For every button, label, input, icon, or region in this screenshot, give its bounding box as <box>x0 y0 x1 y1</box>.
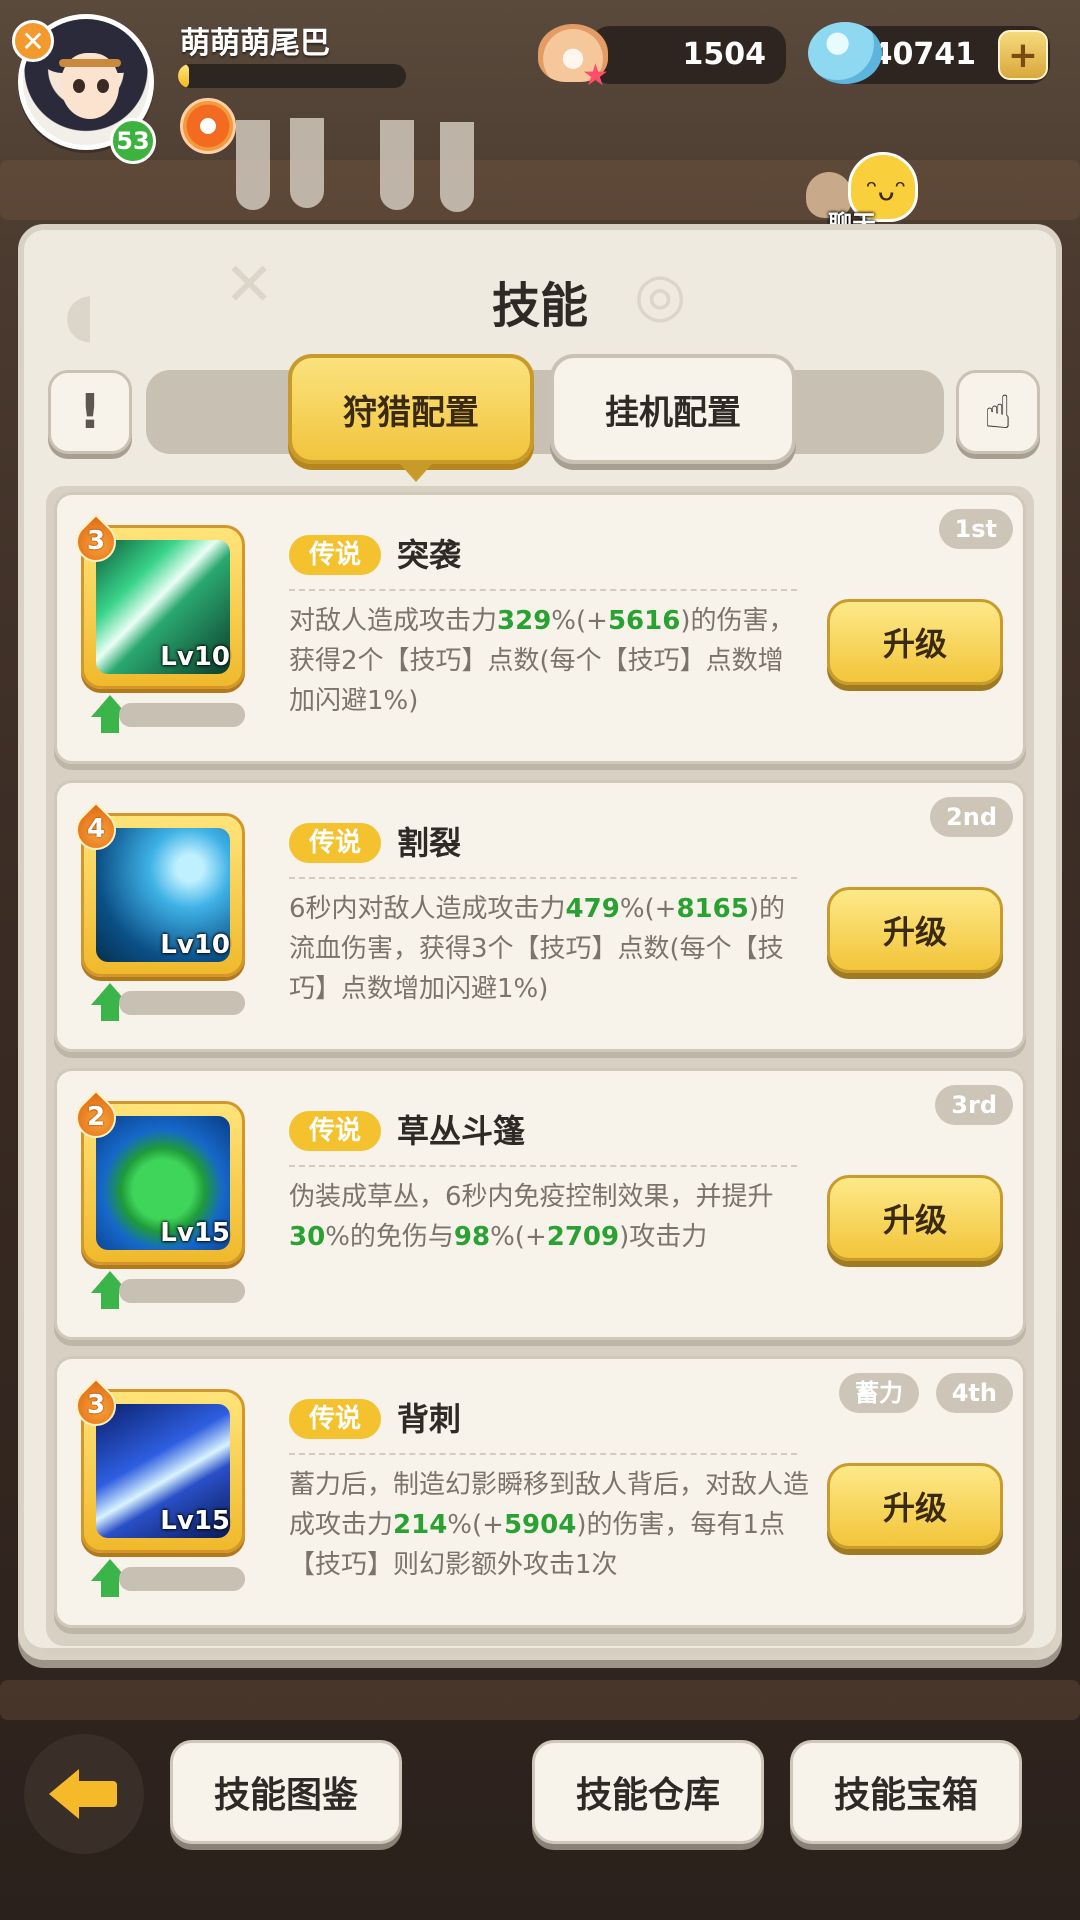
info-button[interactable]: ! <box>48 370 132 454</box>
skill-rank-tag: 3rd <box>935 1085 1013 1125</box>
player-avatar[interactable]: ✕ 53 <box>12 14 156 164</box>
skill-level: Lv10 <box>160 642 230 672</box>
highlight-value: 30 <box>289 1222 326 1252</box>
skill-card: 2nd 4 Lv10 传说 割裂 6秒内对敌人造成攻击力479%(+8165)的… <box>54 780 1026 1052</box>
tab-track <box>146 370 944 454</box>
rank-emblem-icon[interactable] <box>180 98 236 154</box>
skill-storage-button[interactable]: 技能仓库 <box>532 1740 764 1844</box>
skill-rank-tag: 2nd <box>930 797 1013 837</box>
description-text: %(+ <box>619 894 677 924</box>
add-currency-button[interactable]: + <box>998 30 1048 80</box>
star-rank-badge: 3 <box>67 513 125 572</box>
quality-badge: 传说 <box>289 823 382 863</box>
upgrade-button[interactable]: 升级 <box>827 887 1003 973</box>
skill-description: 6秒内对敌人造成攻击力479%(+8165)的流血伤害，获得3个【技巧】点数(每… <box>289 889 809 1009</box>
skill-description: 对敌人造成攻击力329%(+5616)的伤害，获得2个【技巧】点数(每个【技巧】… <box>289 601 809 721</box>
description-text: %(+ <box>490 1222 547 1252</box>
back-button[interactable] <box>24 1734 144 1854</box>
skill-icon-button[interactable]: 2 Lv15 <box>67 1089 245 1265</box>
skill-level: Lv15 <box>160 1506 230 1536</box>
highlight-value: 479 <box>565 894 620 924</box>
skill-name: 草丛斗篷 <box>397 1112 526 1150</box>
pointing-hand-icon: ☝ <box>983 385 1012 439</box>
quality-badge: 传说 <box>289 1111 382 1151</box>
skill-codex-button[interactable]: 技能图鉴 <box>170 1740 402 1844</box>
player-level-badge: 53 <box>110 118 156 164</box>
upgrade-button[interactable]: 升级 <box>827 599 1003 685</box>
skill-level: Lv10 <box>160 930 230 960</box>
skill-icon-button[interactable]: 4 Lv10 <box>67 801 245 977</box>
highlight-value: 98 <box>453 1222 491 1252</box>
skill-icon-button[interactable]: 3 Lv15 <box>67 1377 245 1553</box>
highlight-value: 329 <box>497 606 552 636</box>
description-text: %(+ <box>551 606 608 636</box>
skill-rank-tag: 1st <box>938 509 1013 549</box>
quality-badge: 传说 <box>289 1399 382 1439</box>
upgrade-progress-bar <box>119 1567 245 1591</box>
upgrade-button[interactable]: 升级 <box>827 1463 1003 1549</box>
gem-shell-icon <box>808 22 882 84</box>
skills-panel: ✕ ◎ ◖ 技能 ! 狩猎配置 挂机配置 ☝ 1st 3 Lv10 传说 突袭 … <box>18 224 1062 1660</box>
star-rank-badge: 3 <box>67 1377 125 1436</box>
pearl-shell-icon: ★ <box>538 18 612 93</box>
skill-description: 伪装成草丛，6秒内免疫控制效果，并提升 30%的免伤与98%(+2709)攻击力 <box>289 1177 809 1257</box>
upgrade-progress-bar <box>119 991 245 1015</box>
skill-card: 3rd 2 Lv15 传说 草丛斗篷 伪装成草丛，6秒内免疫控制效果，并提升 30… <box>54 1068 1026 1340</box>
skill-description: 蓄力后，制造幻影瞬移到敌人背后，对敌人造成攻击力214%(+5904)的伤害，每… <box>289 1465 809 1585</box>
description-text: 对敌人造成攻击力 <box>289 606 498 636</box>
skill-level: Lv15 <box>160 1218 230 1248</box>
back-arrow-icon <box>49 1769 119 1819</box>
highlight-value: 5904 <box>503 1510 577 1540</box>
gesture-button[interactable]: ☝ <box>956 370 1040 454</box>
pearl-currency: 1504 <box>590 26 786 84</box>
skill-rank-tag: 4th <box>935 1373 1013 1413</box>
skill-chest-button[interactable]: 技能宝箱 <box>790 1740 1022 1844</box>
description-text: )攻击力 <box>619 1222 708 1252</box>
star-rank-badge: 4 <box>67 801 125 860</box>
page-title: 技能 <box>491 278 588 334</box>
upgrade-progress-bar <box>119 1279 245 1303</box>
gem-count: 40741 <box>871 37 976 72</box>
tab-hunt-config[interactable]: 狩猎配置 <box>288 354 534 482</box>
highlight-value: 2709 <box>546 1222 620 1252</box>
tab-idle-config[interactable]: 挂机配置 <box>550 354 796 464</box>
upgrade-progress-bar <box>119 703 245 727</box>
skill-charge-tag: 蓄力 <box>839 1373 919 1413</box>
xp-progress-bar <box>178 64 406 88</box>
exclamation-icon: ! <box>79 384 101 440</box>
player-name: 萌萌萌尾巴 <box>180 26 330 61</box>
skill-card: 蓄力 4th 3 Lv15 传说 背刺 蓄力后，制造幻影瞬移到敌人背后，对敌人造… <box>54 1356 1026 1628</box>
pearl-count: 1504 <box>682 37 767 72</box>
upgrade-button[interactable]: 升级 <box>827 1175 1003 1261</box>
description-text: %的免伤与 <box>325 1222 454 1252</box>
skill-icon-button[interactable]: 3 Lv10 <box>67 513 245 689</box>
star-rank-badge: 2 <box>67 1089 125 1148</box>
highlight-value: 214 <box>393 1510 448 1540</box>
quality-badge: 传说 <box>289 535 382 575</box>
description-text: 6秒内对敌人造成攻击力 <box>289 894 566 924</box>
skill-card: 1st 3 Lv10 传说 突袭 对敌人造成攻击力329%(+5616)的伤害，… <box>54 492 1026 764</box>
skill-name: 突袭 <box>397 536 462 574</box>
close-icon[interactable]: ✕ <box>12 20 54 62</box>
skill-name: 背刺 <box>397 1400 462 1438</box>
highlight-value: 8165 <box>676 894 749 924</box>
skill-name: 割裂 <box>397 824 462 862</box>
description-text: %(+ <box>447 1510 504 1540</box>
highlight-value: 5616 <box>607 606 681 636</box>
description-text: 伪装成草丛，6秒内免疫控制效果，并提升 <box>289 1182 774 1212</box>
